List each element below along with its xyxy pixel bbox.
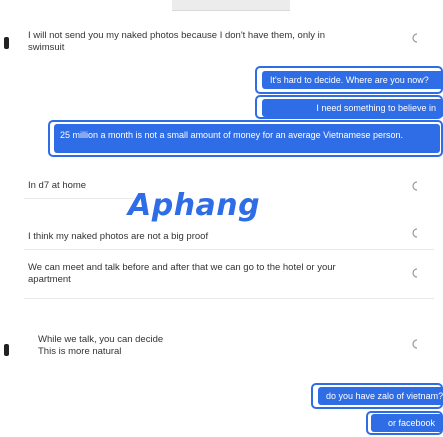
avatar — [4, 344, 9, 356]
message-text: We can meet and talk before and after th… — [28, 262, 336, 285]
option-button[interactable]: or facebook — [371, 414, 443, 432]
reply-icon[interactable] — [408, 267, 420, 279]
message-text: I think my naked photos are not a big pr… — [28, 231, 209, 242]
divider — [24, 298, 434, 299]
message-text: I will not send you my naked photos beca… — [28, 30, 326, 53]
reply-icon[interactable] — [408, 338, 420, 350]
divider — [24, 249, 434, 250]
option-button[interactable]: 25 million a month is not a small amount… — [54, 124, 440, 153]
option-button[interactable]: do you have zalo of vietnam? — [318, 387, 443, 405]
message-text: In d7 at home — [28, 180, 87, 191]
option-button[interactable]: It's hard to decide. Where are you now? — [262, 71, 443, 89]
reply-icon[interactable] — [408, 227, 420, 239]
message-text: While we talk, you can decide This is mo… — [38, 334, 164, 357]
option-button[interactable]: I need something to believe in — [262, 99, 443, 117]
top-image-strip — [172, 0, 290, 11]
watermark-logo: Aphang — [128, 188, 261, 223]
reply-icon[interactable] — [408, 180, 420, 192]
divider — [24, 198, 134, 199]
avatar — [4, 37, 9, 49]
reply-icon[interactable] — [408, 32, 420, 44]
